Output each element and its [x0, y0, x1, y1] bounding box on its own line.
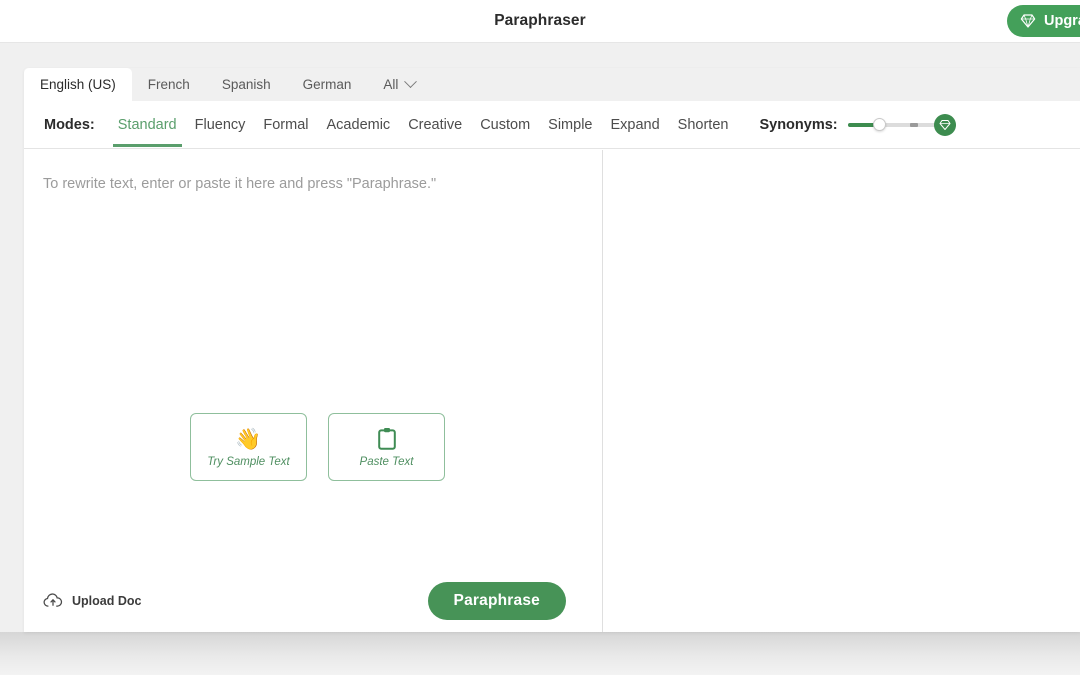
synonyms-slider[interactable]	[847, 113, 956, 136]
mode-fluency[interactable]: Fluency	[186, 103, 255, 147]
slider-premium-end[interactable]	[933, 113, 956, 136]
mode-shorten[interactable]: Shorten	[669, 103, 738, 147]
upgrade-button-label: Upgrade	[1044, 13, 1080, 29]
modes-label: Modes:	[44, 116, 95, 133]
page-title: Paraphraser	[494, 12, 586, 29]
waving-hand-icon: 👋	[235, 427, 262, 451]
mode-creative[interactable]: Creative	[399, 103, 471, 147]
diamond-icon	[1020, 14, 1036, 28]
language-tabs: English (US) French Spanish German All	[24, 68, 429, 101]
lang-tab-all-dropdown[interactable]: All	[367, 68, 429, 101]
lang-tab-label: Spanish	[221, 77, 271, 92]
chevron-down-icon	[404, 75, 418, 89]
modes-bar: Modes: Standard Fluency Formal Academic …	[24, 101, 1080, 149]
synonyms-label: Synonyms:	[759, 116, 838, 133]
diamond-icon	[939, 119, 951, 130]
mode-label: Creative	[408, 116, 463, 133]
input-quick-actions: 👋 Try Sample Text Paste Text	[190, 413, 445, 481]
lang-tab-label: French	[147, 77, 190, 92]
upgrade-button[interactable]: Upgrade	[1007, 5, 1080, 37]
mode-label: Formal	[263, 116, 309, 133]
paste-text-button[interactable]: Paste Text	[328, 413, 445, 481]
try-sample-text-button[interactable]: 👋 Try Sample Text	[190, 413, 307, 481]
try-sample-text-label: Try Sample Text	[207, 456, 290, 468]
mode-label: Simple	[548, 116, 593, 133]
lang-tab-label: All	[383, 77, 399, 92]
mode-academic[interactable]: Academic	[318, 103, 400, 147]
mode-label: Expand	[610, 116, 660, 133]
paste-text-label: Paste Text	[359, 456, 414, 468]
editor-area: To rewrite text, enter or paste it here …	[24, 150, 1080, 632]
lang-tab-french[interactable]: French	[132, 68, 206, 101]
cloud-upload-icon	[43, 592, 63, 611]
clipboard-icon	[377, 426, 397, 452]
mode-label: Fluency	[194, 116, 246, 133]
slider-midpoint-tick	[909, 122, 918, 127]
mode-formal[interactable]: Formal	[254, 103, 317, 147]
paraphraser-card: English (US) French Spanish German All M…	[24, 68, 1080, 632]
top-header-bar: Paraphraser	[0, 0, 1080, 43]
slider-handle[interactable]	[872, 117, 886, 131]
output-pane[interactable]	[603, 150, 1080, 632]
mode-simple[interactable]: Simple	[539, 103, 601, 147]
lang-tab-spanish[interactable]: Spanish	[206, 68, 287, 101]
input-pane[interactable]: To rewrite text, enter or paste it here …	[24, 150, 602, 632]
upload-doc-button[interactable]: Upload Doc	[43, 592, 141, 611]
language-tab-strip: English (US) French Spanish German All	[24, 68, 1080, 101]
input-bottom-toolbar: Upload Doc Paraphrase	[24, 570, 602, 632]
mode-standard[interactable]: Standard	[109, 103, 186, 147]
page-bottom-shade	[0, 632, 1080, 675]
mode-label: Academic	[326, 116, 391, 133]
input-placeholder: To rewrite text, enter or paste it here …	[43, 176, 437, 192]
mode-label: Shorten	[677, 116, 729, 133]
lang-tab-label: German	[302, 77, 352, 92]
mode-label: Custom	[480, 116, 531, 133]
paraphrase-button[interactable]: Paraphrase	[427, 582, 566, 620]
mode-expand[interactable]: Expand	[601, 103, 668, 147]
upload-doc-label: Upload Doc	[72, 594, 142, 608]
mode-label: Standard	[117, 116, 177, 133]
mode-custom[interactable]: Custom	[471, 103, 539, 147]
lang-tab-german[interactable]: German	[287, 68, 368, 101]
synonyms-control: Synonyms:	[759, 113, 956, 136]
lang-tab-label: English (US)	[40, 77, 116, 92]
lang-tab-english-us[interactable]: English (US)	[24, 68, 132, 101]
